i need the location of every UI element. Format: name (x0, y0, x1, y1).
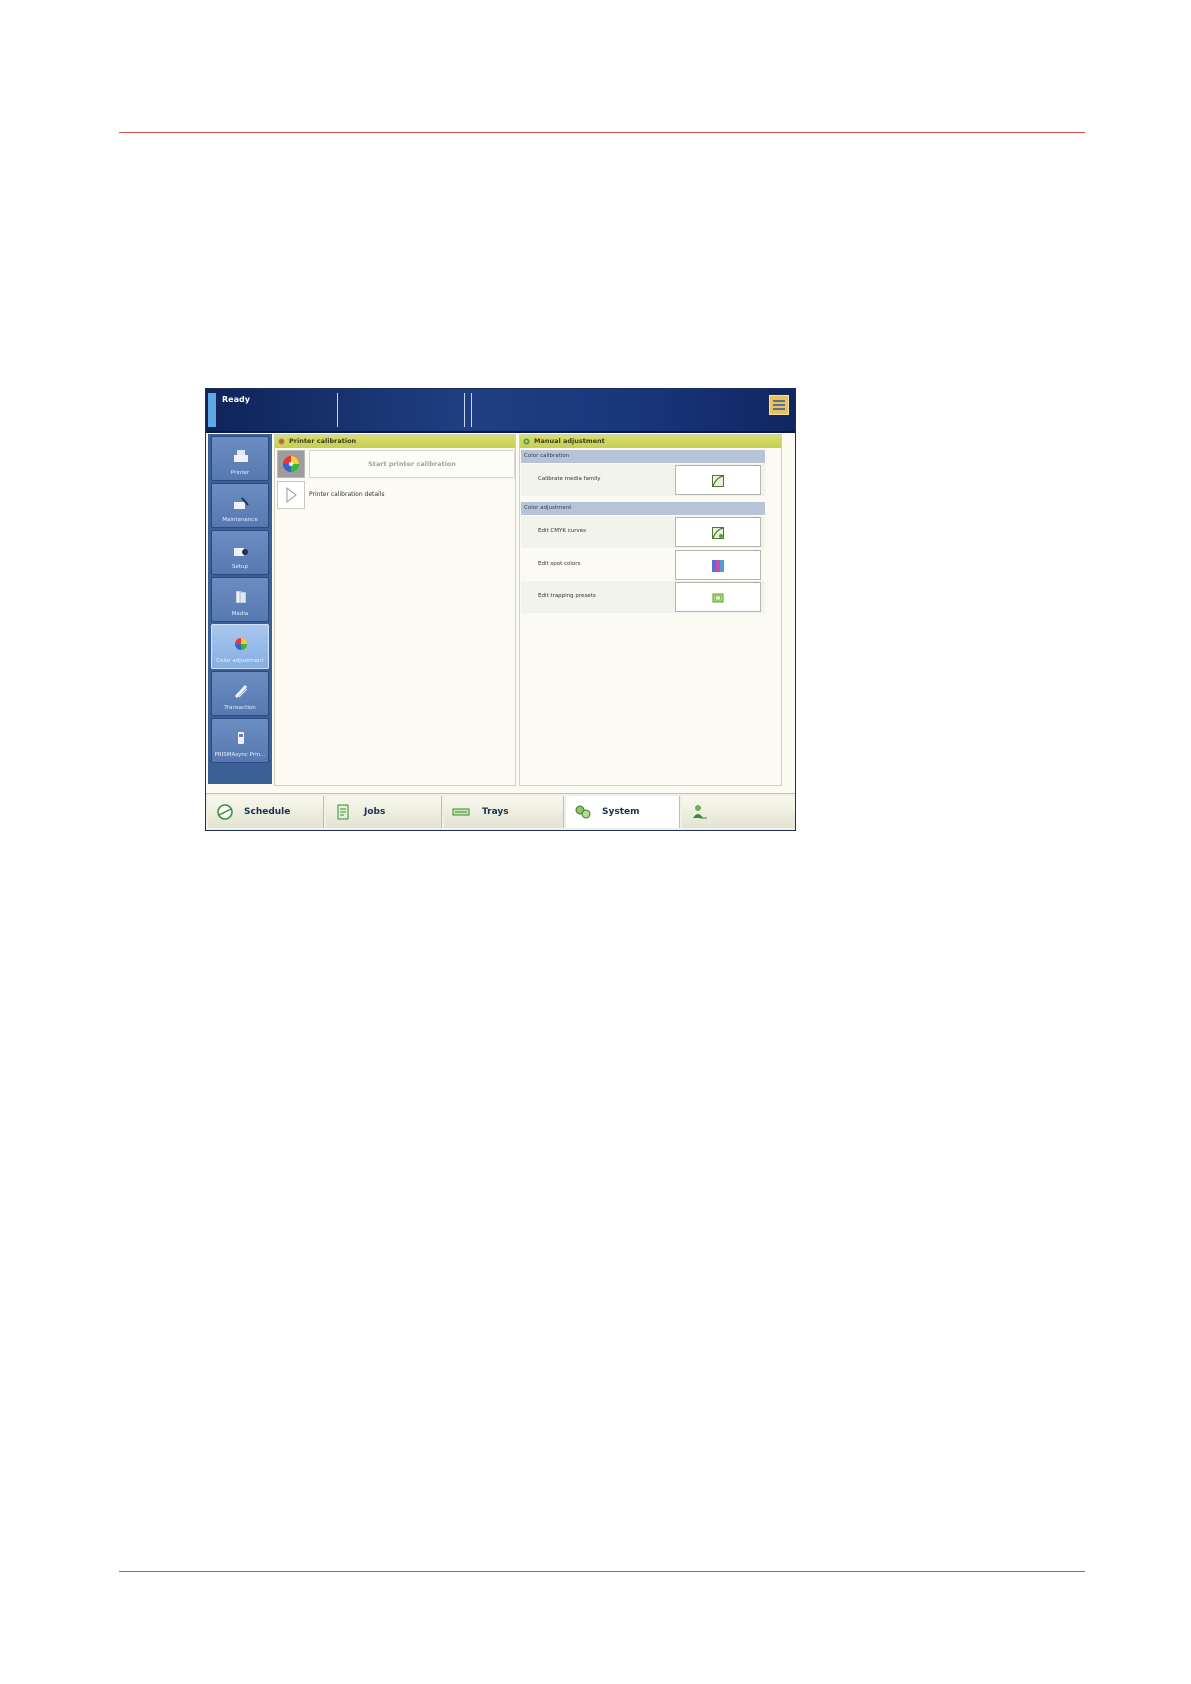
more-icon: ... (753, 546, 759, 553)
sidebar-item-transaction[interactable]: Transaction (211, 671, 269, 716)
bottom-tab-bar: Schedule Jobs Trays System (206, 793, 795, 830)
edit-trapping-presets-button[interactable]: ... (675, 578, 761, 612)
cmyk-curve-icon (712, 527, 724, 539)
sidebar-item-prismasync[interactable]: PRISMAsync Prin... (211, 718, 269, 763)
sidebar-item-label: PRISMAsync Prin... (214, 752, 266, 758)
status-accent (208, 393, 216, 427)
trays-icon (452, 808, 470, 816)
sidebar-item-printer[interactable]: Printer (211, 436, 269, 481)
calibrate-media-family-button[interactable]: ... (675, 461, 761, 495)
footer-divider (119, 1571, 1085, 1572)
trapping-icon (712, 593, 724, 603)
section-heading-color-adjustment: Color adjustment (521, 502, 765, 515)
panel-title: Manual adjustment (534, 437, 605, 445)
tab-jobs[interactable]: Jobs (326, 796, 442, 828)
edit-spot-colors-row[interactable]: Edit spot colors ... (521, 546, 765, 581)
color-adjustment-icon (235, 638, 247, 650)
panel-title: Printer calibration (289, 437, 357, 445)
panel-header: Manual adjustment (520, 435, 781, 448)
sidebar-item-color-adjustment[interactable]: Color adjustment (211, 624, 269, 669)
color-wheel-icon (277, 450, 305, 478)
sidebar-item-label: Color adjustment (216, 658, 264, 664)
section-heading-color-calibration: Color calibration (521, 450, 765, 463)
curve-icon (712, 475, 724, 487)
adjustment-icon (523, 438, 530, 445)
edit-trapping-presets-row[interactable]: Edit trapping presets ... (521, 578, 765, 613)
jobs-icon (337, 804, 349, 820)
printer-icon (234, 450, 248, 462)
edit-spot-colors-button[interactable]: ... (675, 546, 761, 580)
tab-user[interactable] (682, 796, 795, 828)
status-bar: Ready (206, 389, 795, 433)
header-divider (119, 132, 1085, 133)
more-icon: ... (753, 461, 759, 468)
prismasync-icon (238, 732, 244, 744)
row-label: Edit CMYK curves (538, 528, 586, 534)
status-separator (337, 393, 338, 427)
tab-system[interactable]: System (566, 796, 680, 828)
sidebar-item-label: Transaction (224, 705, 256, 711)
media-icon (235, 590, 247, 604)
edit-cmyk-curves-row[interactable]: Edit CMYK curves ... (521, 513, 765, 548)
sidebar-item-setup[interactable]: Setup (211, 530, 269, 575)
spot-colors-icon (712, 560, 724, 572)
status-separator (471, 393, 472, 427)
tab-trays[interactable]: Trays (444, 796, 564, 828)
edit-cmyk-curves-button[interactable]: ... (675, 513, 761, 547)
sidebar-item-maintenance[interactable]: Maintenance (211, 483, 269, 528)
sidebar-item-label: Media (231, 611, 249, 617)
row-label: Calibrate media family (538, 476, 601, 482)
manual-adjustment-panel: Manual adjustment Color calibration Cali… (519, 434, 782, 786)
side-nav: Printer Maintenance Setup Media Color ad… (208, 434, 272, 784)
panel-header: Printer calibration (275, 435, 515, 448)
start-printer-calibration-button[interactable]: Start printer calibration (309, 450, 515, 478)
system-icon (575, 805, 591, 819)
printer-control-panel-screenshot: Ready Printer Maintenance Setup Media Co… (205, 388, 796, 831)
calibration-icon (278, 438, 285, 445)
tab-schedule[interactable]: Schedule (208, 796, 324, 828)
status-separator (464, 393, 465, 427)
row-label: Edit spot colors (538, 561, 581, 567)
setup-icon (234, 548, 248, 556)
play-icon[interactable] (277, 481, 305, 509)
printer-calibration-panel: Printer calibration Start printer calibr… (274, 434, 516, 786)
maintenance-icon (234, 497, 249, 509)
row-label: Edit trapping presets (538, 593, 596, 599)
tab-label: Schedule (244, 807, 291, 817)
tab-label: Trays (482, 807, 509, 817)
calibrate-media-family-row[interactable]: Calibrate media family ... (521, 461, 765, 496)
printer-calibration-details-link[interactable]: Printer calibration details (309, 491, 385, 498)
tab-label: Jobs (364, 807, 386, 817)
sidebar-item-media[interactable]: Media (211, 577, 269, 622)
more-icon: ... (753, 578, 759, 585)
more-icon: ... (753, 513, 759, 520)
status-text: Ready (222, 395, 250, 404)
schedule-icon (217, 804, 233, 820)
sidebar-item-label: Printer (230, 470, 250, 476)
sidebar-item-label: Setup (231, 564, 248, 570)
user-icon (693, 805, 707, 819)
transaction-icon (234, 684, 248, 698)
sidebar-item-label: Maintenance (222, 517, 258, 523)
tab-label: System (602, 807, 640, 817)
menu-icon[interactable] (769, 395, 789, 415)
